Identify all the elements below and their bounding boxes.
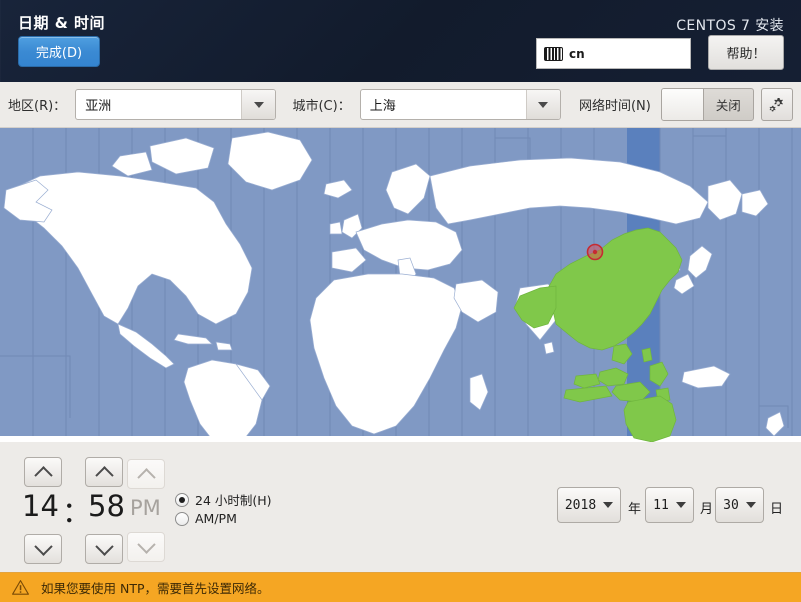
date-time-screen: 日期 & 时间 完成(D) CENTOS 7 安装 cn 帮助！ 地区(R)： … <box>0 0 801 602</box>
chevron-down-icon <box>603 502 614 508</box>
product-title: CENTOS 7 安装 <box>676 18 784 34</box>
radio-24-hour-button[interactable] <box>175 492 189 507</box>
radio-ampm-label: AM/PM <box>195 511 237 526</box>
selected-city-marker <box>586 243 604 261</box>
chevron-down-icon <box>538 101 549 108</box>
datetime-controls-panel: 14 ： 58 PM 24 小时制(H) AM/PM 2018 年 11 月 3… <box>0 442 801 572</box>
month-unit-label: 月 <box>700 502 714 517</box>
chevron-up-icon <box>136 467 156 487</box>
world-map-svg <box>0 128 801 442</box>
chevron-down-icon <box>33 536 53 556</box>
help-button[interactable]: 帮助！ <box>708 35 784 70</box>
meridiem-value: PM <box>130 496 161 520</box>
radio-24-hour[interactable]: 24 小时制(H) <box>175 490 272 509</box>
chevron-up-icon <box>94 465 114 485</box>
chevron-down-icon <box>253 101 264 108</box>
region-selected-value: 亚洲 <box>85 99 112 114</box>
region-dropdown-arrow[interactable] <box>241 90 276 119</box>
city-selected-value: 上海 <box>369 99 396 114</box>
year-value: 2018 <box>564 497 597 513</box>
ntp-warning-message: 如果您要使用 NTP，需要首先设置网络。 <box>41 581 270 596</box>
chevron-down-icon <box>136 534 156 554</box>
minute-decrement-button[interactable] <box>85 534 123 564</box>
network-time-toggle[interactable]: 关闭 <box>660 88 754 121</box>
hour-increment-button[interactable] <box>24 457 62 487</box>
network-time-state-label: 关闭 <box>715 98 741 113</box>
time-separator: ： <box>62 495 92 529</box>
hour-value[interactable]: 14 <box>22 489 59 523</box>
chevron-down-icon <box>94 536 114 556</box>
meridiem-increment-button <box>127 459 165 489</box>
year-dropdown[interactable]: 2018 <box>557 487 621 523</box>
month-value: 11 <box>653 497 669 513</box>
network-settings-button[interactable] <box>760 88 793 121</box>
done-button[interactable]: 完成(D) <box>18 36 100 67</box>
day-dropdown[interactable]: 30 <box>715 487 764 523</box>
keyboard-icon <box>544 46 563 61</box>
window-header: 日期 & 时间 完成(D) CENTOS 7 安装 cn 帮助！ <box>0 0 801 82</box>
region-dropdown[interactable]: 亚洲 <box>75 89 277 120</box>
region-label: 地区(R)： <box>8 99 67 114</box>
chevron-up-icon <box>33 465 53 485</box>
timezone-world-map[interactable] <box>0 128 801 442</box>
keyboard-layout-label: cn <box>569 46 585 61</box>
chevron-down-icon <box>675 502 686 508</box>
radio-24-hour-label: 24 小时制(H) <box>195 493 272 508</box>
city-dropdown-arrow[interactable] <box>525 90 560 119</box>
keyboard-layout-indicator[interactable]: cn <box>536 38 691 69</box>
warning-triangle-icon <box>12 580 29 595</box>
ntp-warning-bar: 如果您要使用 NTP，需要首先设置网络。 <box>0 572 801 602</box>
radio-ampm-button[interactable] <box>175 511 189 526</box>
gear-icon <box>769 98 784 112</box>
city-label: 城市(C)： <box>292 99 351 114</box>
page-title: 日期 & 时间 <box>18 14 106 32</box>
network-time-label: 网络时间(N) <box>578 99 651 114</box>
year-unit-label: 年 <box>628 502 642 517</box>
chevron-down-icon <box>745 502 756 508</box>
meridiem-decrement-button <box>127 532 165 562</box>
city-dropdown[interactable]: 上海 <box>359 89 561 120</box>
month-dropdown[interactable]: 11 <box>645 487 694 523</box>
minute-value[interactable]: 58 <box>88 489 125 523</box>
day-unit-label: 日 <box>770 502 784 517</box>
day-value: 30 <box>723 497 739 513</box>
radio-ampm[interactable]: AM/PM <box>175 511 237 526</box>
toggle-knob <box>661 89 704 120</box>
minute-increment-button[interactable] <box>85 457 123 487</box>
timezone-toolbar: 地区(R)： 亚洲 城市(C)： 上海 网络时间(N) 关闭 <box>0 82 801 128</box>
radio-selected-dot <box>179 496 185 503</box>
hour-decrement-button[interactable] <box>24 534 62 564</box>
